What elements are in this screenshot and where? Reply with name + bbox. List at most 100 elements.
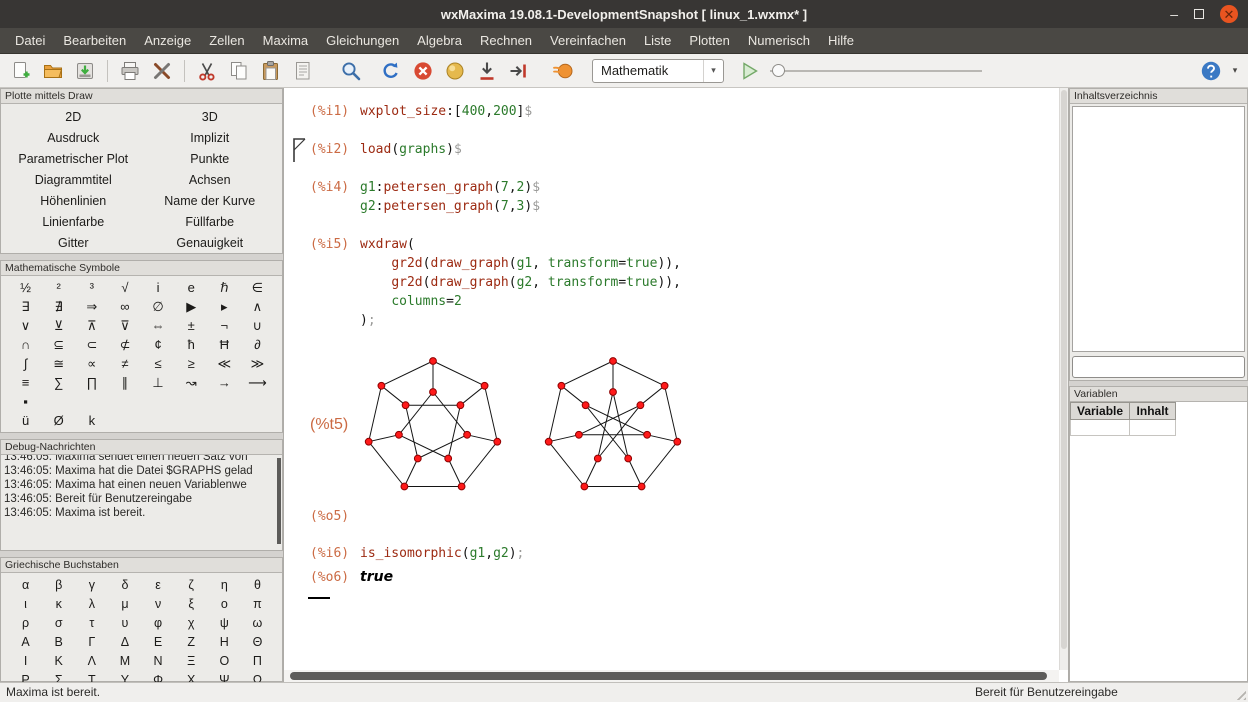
greek-letter-button[interactable]: B bbox=[42, 632, 75, 651]
toolbar-overflow-button[interactable]: ▾ bbox=[1228, 65, 1242, 76]
greek-letter-button[interactable]: κ bbox=[42, 594, 75, 613]
greek-letter-button[interactable]: ν bbox=[142, 594, 175, 613]
greek-letter-button[interactable]: Χ bbox=[175, 670, 208, 682]
greek-letter-button[interactable]: Ψ bbox=[208, 670, 241, 682]
toolbar-find-button[interactable] bbox=[336, 56, 366, 86]
greek-letter-button[interactable]: Σ bbox=[42, 670, 75, 682]
draw-button-diagrammtitel[interactable]: Diagrammtitel bbox=[5, 169, 142, 190]
menu-item-gleichungen[interactable]: Gleichungen bbox=[317, 28, 408, 53]
symbol-button[interactable]: ⇔ bbox=[142, 316, 175, 335]
symbol-button[interactable]: ∄ bbox=[42, 297, 75, 316]
variables-panel-caption[interactable]: Variablen bbox=[1070, 387, 1247, 402]
symbol-button[interactable]: ≅ bbox=[42, 354, 75, 373]
greek-letter-button[interactable]: π bbox=[241, 594, 274, 613]
toolbar-new-document-button[interactable] bbox=[6, 56, 36, 86]
symbol-button[interactable]: ³ bbox=[75, 278, 108, 297]
resize-grip[interactable] bbox=[1233, 687, 1246, 700]
worksheet-vscrollbar[interactable] bbox=[1059, 88, 1068, 670]
symbol-button[interactable]: ü bbox=[9, 411, 42, 430]
symbol-button[interactable]: ∞ bbox=[108, 297, 141, 316]
vscrollbar-thumb[interactable] bbox=[1061, 90, 1067, 649]
hscrollbar-thumb[interactable] bbox=[290, 672, 1047, 680]
symbol-button[interactable]: ≫ bbox=[241, 354, 274, 373]
toolbar-evaluate-till-here-button[interactable] bbox=[472, 56, 502, 86]
code-line[interactable]: columns=2 bbox=[360, 292, 462, 311]
draw-button-gitter[interactable]: Gitter bbox=[5, 232, 142, 253]
toc-filter-input[interactable] bbox=[1072, 356, 1245, 378]
symbol-button[interactable]: ¬ bbox=[208, 316, 241, 335]
greek-letter-button[interactable]: Μ bbox=[108, 651, 141, 670]
greek-letter-button[interactable]: ω bbox=[241, 613, 274, 632]
code-line[interactable]: ); bbox=[360, 311, 376, 330]
symbol-button[interactable]: ∨ bbox=[9, 316, 42, 335]
symbol-button[interactable]: ▪ bbox=[9, 392, 42, 411]
worksheet-canvas[interactable]: (%i1)wxplot_size:[400,200]$(%i2)load(gra… bbox=[284, 88, 1059, 670]
menu-item-numerisch[interactable]: Numerisch bbox=[739, 28, 819, 53]
symbol-button[interactable]: ⇒ bbox=[75, 297, 108, 316]
slider-handle[interactable] bbox=[772, 64, 785, 77]
symbol-button[interactable]: ⊂ bbox=[75, 335, 108, 354]
greek-letter-button[interactable]: ε bbox=[142, 575, 175, 594]
greek-letter-button[interactable]: τ bbox=[75, 613, 108, 632]
symbol-button[interactable]: ≥ bbox=[175, 354, 208, 373]
code-line[interactable]: gr2d(draw_graph(g2, transform=true)), bbox=[360, 273, 681, 292]
greek-letter-button[interactable]: ζ bbox=[175, 575, 208, 594]
draw-button-h-henlinien[interactable]: Höhenlinien bbox=[5, 190, 142, 211]
symbol-button[interactable]: ⊄ bbox=[108, 335, 141, 354]
greek-letter-button[interactable]: Ρ bbox=[9, 670, 42, 682]
menu-item-algebra[interactable]: Algebra bbox=[408, 28, 471, 53]
symbol-button[interactable]: ⊥ bbox=[142, 373, 175, 392]
toolbar-interrupt-button[interactable] bbox=[408, 56, 438, 86]
symbol-button[interactable]: k bbox=[75, 411, 108, 430]
symbol-button[interactable]: ≠ bbox=[108, 354, 141, 373]
greek-letter-button[interactable]: Ι bbox=[9, 651, 42, 670]
symbol-button[interactable]: ↝ bbox=[175, 373, 208, 392]
toolbar-configure-button[interactable] bbox=[147, 56, 177, 86]
draw-button-parametrischer-plot[interactable]: Parametrischer Plot bbox=[5, 148, 142, 169]
symbol-button[interactable]: ∥ bbox=[108, 373, 141, 392]
greek-letter-button[interactable]: ψ bbox=[208, 613, 241, 632]
symbol-button[interactable]: ∪ bbox=[241, 316, 274, 335]
chevron-down-icon[interactable]: ▾ bbox=[703, 60, 723, 82]
input-cell[interactable]: (%i2)load(graphs)$ bbox=[296, 140, 1059, 159]
symbol-button[interactable]: ± bbox=[175, 316, 208, 335]
symbol-button[interactable]: ≤ bbox=[142, 354, 175, 373]
greek-letter-button[interactable]: Ξ bbox=[175, 651, 208, 670]
symbol-button[interactable]: ⊆ bbox=[42, 335, 75, 354]
greek-letter-button[interactable]: χ bbox=[175, 613, 208, 632]
symbol-button[interactable]: ∧ bbox=[241, 297, 274, 316]
symbol-button[interactable]: ∂ bbox=[241, 335, 274, 354]
symbol-button[interactable]: Ħ bbox=[208, 335, 241, 354]
mode-combobox[interactable]: Mathematik▾ bbox=[592, 59, 724, 83]
symbol-button[interactable]: ½ bbox=[9, 278, 42, 297]
symbol-button[interactable]: ⟶ bbox=[241, 373, 274, 392]
greek-letter-button[interactable]: Ω bbox=[241, 670, 274, 682]
greek-letter-button[interactable]: Υ bbox=[108, 670, 141, 682]
symbol-button[interactable]: → bbox=[208, 373, 241, 392]
draw-button-f-llfarbe[interactable]: Füllfarbe bbox=[142, 211, 279, 232]
code-line[interactable]: load(graphs)$ bbox=[360, 140, 462, 159]
maximize-button[interactable] bbox=[1194, 9, 1204, 19]
symbol-button[interactable]: ħ bbox=[175, 335, 208, 354]
code-line[interactable]: wxdraw( bbox=[360, 235, 415, 254]
input-cell[interactable]: (%i4)g1:petersen_graph(7,2)$g2:petersen_… bbox=[296, 178, 1059, 216]
symbol-button[interactable]: ▶ bbox=[175, 297, 208, 316]
greek-letter-button[interactable]: δ bbox=[108, 575, 141, 594]
menu-item-rechnen[interactable]: Rechnen bbox=[471, 28, 541, 53]
symbol-button[interactable]: e bbox=[175, 278, 208, 297]
greek-letter-button[interactable]: Π bbox=[241, 651, 274, 670]
symbol-button[interactable]: ▸ bbox=[208, 297, 241, 316]
greek-letter-button[interactable]: H bbox=[208, 632, 241, 651]
menu-item-zellen[interactable]: Zellen bbox=[200, 28, 253, 53]
menu-item-hilfe[interactable]: Hilfe bbox=[819, 28, 863, 53]
greek-letter-button[interactable]: φ bbox=[142, 613, 175, 632]
greek-panel-caption[interactable]: Griechische Buchstaben bbox=[1, 558, 282, 573]
greek-letter-button[interactable]: λ bbox=[75, 594, 108, 613]
code-line[interactable]: g2:petersen_graph(7,3)$ bbox=[360, 197, 540, 216]
symbol-button[interactable]: ∃ bbox=[9, 297, 42, 316]
symbol-button[interactable]: ∩ bbox=[9, 335, 42, 354]
greek-letter-button[interactable]: β bbox=[42, 575, 75, 594]
symbol-button[interactable]: ∏ bbox=[75, 373, 108, 392]
greek-letter-button[interactable]: A bbox=[9, 632, 42, 651]
draw-button-linienfarbe[interactable]: Linienfarbe bbox=[5, 211, 142, 232]
